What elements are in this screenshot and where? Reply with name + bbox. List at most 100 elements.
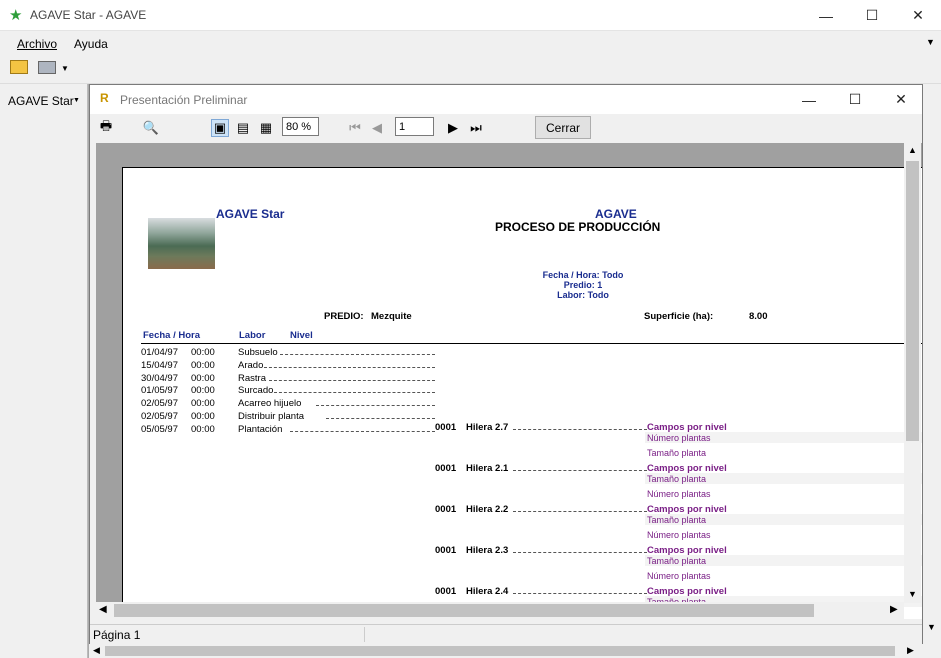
cerrar-button[interactable]: Cerrar — [535, 116, 591, 139]
main-title-bar: ★ AGAVE Star - AGAVE — ☐ ✕ — [0, 0, 941, 31]
last-page-icon[interactable]: ⏭ — [467, 119, 485, 137]
next-page-icon[interactable]: ▶ — [444, 119, 462, 137]
left-nav-chevron-down-icon[interactable]: ▼ — [73, 97, 80, 104]
menu-archivo[interactable]: Archivo — [17, 37, 57, 51]
row-leader-line — [326, 418, 435, 419]
left-nav-agave-star[interactable]: AGAVE Star — [8, 94, 74, 108]
menu-chevron-down-icon[interactable]: ▼ — [926, 37, 935, 47]
zoom-input[interactable] — [282, 117, 319, 136]
row-labor: Distribuir planta — [238, 411, 304, 422]
numero-label: Tamaño planta — [647, 514, 707, 525]
zoom-magnifier-icon[interactable]: 🔍 — [142, 119, 160, 137]
filter-labor: Labor: Todo — [557, 290, 609, 300]
row-date: 01/04/97 — [141, 347, 178, 358]
report-subtitle: PROCESO DE PRODUCCIÓN — [495, 220, 661, 234]
preview-maximize-button[interactable]: ☐ — [832, 85, 878, 114]
horizontal-scroll-thumb[interactable] — [114, 604, 814, 617]
report-company: AGAVE Star — [216, 207, 285, 221]
numero-label: Tamaño planta — [647, 473, 707, 484]
row-time: 00:00 — [191, 359, 215, 371]
row-time: 00:00 — [191, 372, 215, 384]
main-scroll-left-icon[interactable]: ◀ — [93, 645, 100, 656]
preview-toolbar: 🖶 🔍 ▣ ▤ ▦ ⏮ ◀ ▶ ⏭ Cerrar — [90, 114, 922, 141]
row-time: 00:00 — [191, 398, 215, 410]
menu-ayuda[interactable]: Ayuda — [74, 37, 108, 51]
page-number-input[interactable] — [395, 117, 434, 136]
hilera-name: Hilera 2.4 — [466, 586, 509, 597]
campos-label: Campos por nivel — [647, 504, 727, 515]
col-nivel-header: Nivel — [290, 330, 313, 341]
main-horizontal-thumb[interactable] — [105, 646, 895, 656]
hilera-leader-line — [513, 511, 647, 512]
horizontal-scrollbar[interactable]: ◀ ▶ — [96, 602, 904, 619]
campos-label: Campos por nivel — [647, 463, 727, 474]
preview-minimize-button[interactable]: — — [786, 85, 832, 114]
main-scroll-down-icon[interactable]: ▼ — [927, 622, 936, 632]
row-date: 01/05/97 — [141, 385, 178, 397]
main-window-title: AGAVE Star - AGAVE — [30, 8, 147, 22]
campos-label: Campos por nivel — [647, 422, 727, 433]
print-dropdown-icon[interactable]: ▼ — [61, 64, 69, 73]
hilera-leader-line — [513, 552, 647, 553]
row-date: 05/05/97 — [141, 423, 178, 435]
preview-title-bar: R Presentación Preliminar — ☐ ✕ — [90, 85, 922, 114]
main-vertical-scrollbar[interactable]: ▼ — [923, 84, 941, 644]
preview-title: Presentación Preliminar — [120, 93, 248, 107]
print-icon[interactable]: 🖶 — [97, 118, 115, 137]
hilera-name: Hilera 2.3 — [466, 545, 509, 556]
vertical-scroll-thumb[interactable] — [906, 161, 919, 441]
tamano-label: Número plantas — [647, 570, 711, 581]
main-horizontal-scrollbar[interactable]: ◀ ▶ — [89, 644, 941, 658]
row-labor: Surcado — [238, 385, 274, 397]
campos-label: Campos por nivel — [647, 586, 727, 597]
vertical-scrollbar[interactable]: ▲ ▼ — [904, 143, 921, 603]
row-leader-line — [269, 379, 435, 381]
status-page: Página 1 — [93, 628, 141, 642]
row-leader-line — [264, 366, 435, 368]
tamano-label: Tamaño planta — [647, 447, 707, 458]
maximize-button[interactable]: ☐ — [849, 0, 895, 31]
col-labor-header: Labor — [239, 330, 266, 341]
row-labor: Plantación — [238, 423, 283, 435]
status-bar: Página 1 — [90, 624, 922, 644]
hilera-leader-line — [513, 470, 647, 471]
main-scroll-right-icon[interactable]: ▶ — [907, 645, 914, 656]
hilera-code: 0001 — [435, 463, 457, 474]
two-page-view-icon[interactable]: ▤ — [234, 119, 252, 137]
campos-label: Campos por nivel — [647, 545, 727, 556]
menu-bar: Archivo Ayuda ▼ — [0, 31, 941, 56]
scroll-down-icon[interactable]: ▼ — [908, 589, 917, 599]
minimize-button[interactable]: — — [803, 0, 849, 31]
row-date: 02/05/97 — [141, 398, 178, 410]
row-leader-line — [279, 354, 435, 355]
hilera-code: 0001 — [435, 422, 457, 433]
hilera-code: 0001 — [435, 586, 457, 597]
multi-page-view-icon[interactable]: ▦ — [257, 119, 275, 137]
close-button[interactable]: ✕ — [895, 0, 941, 31]
superficie-label: Superficie (ha): — [644, 311, 714, 322]
predio-value: Mezquite — [371, 311, 412, 322]
row-labor: Arado — [238, 359, 264, 371]
row-time: 00:00 — [191, 411, 215, 422]
col-fecha-header: Fecha / Hora — [143, 330, 201, 341]
open-folder-icon[interactable] — [10, 60, 28, 74]
report-page: AGAVE Star AGAVE PROCESO DE PRODUCCIÓN F… — [122, 167, 922, 619]
filter-fecha: Fecha / Hora: Todo — [542, 270, 624, 280]
hilera-name: Hilera 2.2 — [466, 504, 509, 515]
printer-icon[interactable] — [38, 61, 56, 74]
numero-label: Número plantas — [647, 432, 711, 443]
one-page-view-icon[interactable]: ▣ — [211, 119, 229, 137]
row-labor: Acarreo hijuelo — [238, 398, 302, 410]
scroll-left-icon[interactable]: ◀ — [99, 604, 107, 615]
header-divider — [141, 343, 922, 344]
row-date: 15/04/97 — [141, 359, 178, 371]
scroll-up-icon[interactable]: ▲ — [908, 145, 917, 155]
preview-window: R Presentación Preliminar — ☐ ✕ 🖶 🔍 ▣ ▤ … — [89, 84, 923, 644]
row-date: 30/04/97 — [141, 372, 178, 384]
first-page-icon[interactable]: ⏮ — [346, 119, 364, 137]
scroll-right-icon[interactable]: ▶ — [890, 604, 898, 615]
prev-page-icon[interactable]: ◀ — [368, 119, 386, 137]
status-divider — [364, 627, 365, 642]
report-app-icon: R — [100, 91, 109, 105]
preview-close-button[interactable]: ✕ — [878, 85, 924, 114]
